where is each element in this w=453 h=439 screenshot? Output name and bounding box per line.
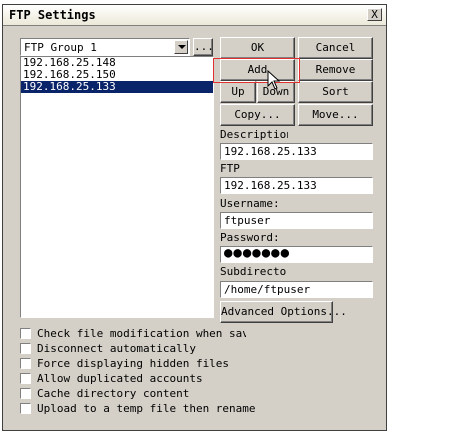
sort-button[interactable]: Sort <box>298 81 373 103</box>
move-button[interactable]: Move... <box>298 104 373 126</box>
ftp-group-value: FTP Group 1 <box>24 41 97 54</box>
title-bar: FTP Settings X <box>3 5 386 26</box>
password-field[interactable]: ●●●●●●● <box>220 246 373 263</box>
subdirectory-label: Subdirector <box>220 265 286 278</box>
ftp-group-select[interactable]: FTP Group 1 <box>20 38 190 56</box>
ok-button[interactable]: OK <box>220 37 295 59</box>
checkbox[interactable] <box>20 403 31 414</box>
option-label: Upload to a temp file then rename <box>37 402 256 415</box>
checkbox[interactable] <box>20 343 31 354</box>
description-label: Description <box>220 128 288 141</box>
close-button[interactable]: X <box>367 8 382 21</box>
subdirectory-field[interactable]: /home/ftpuser <box>220 281 373 298</box>
option-label: Check file modification when saving <box>37 327 246 340</box>
password-label: Password: <box>220 231 280 244</box>
list-item[interactable]: 192.168.25.133 <box>21 81 213 93</box>
checkbox[interactable] <box>20 328 31 339</box>
option-label: Disconnect automatically <box>37 342 196 355</box>
chevron-down-icon[interactable] <box>174 40 188 54</box>
username-field[interactable]: ftpuser <box>220 212 373 229</box>
checkbox[interactable] <box>20 373 31 384</box>
server-list[interactable]: 192.168.25.148 192.168.25.150 192.168.25… <box>20 56 214 318</box>
option-check-modification[interactable]: Check file modification when saving <box>20 327 246 341</box>
copy-button[interactable]: Copy... <box>220 104 295 126</box>
up-button[interactable]: Up <box>220 81 256 103</box>
checkbox[interactable] <box>20 358 31 369</box>
mouse-pointer-icon <box>267 70 281 90</box>
add-button-highlight <box>213 58 300 83</box>
remove-button[interactable]: Remove <box>298 59 373 81</box>
ftp-label: FTP <box>220 162 240 175</box>
ftp-host-field[interactable]: 192.168.25.133 <box>220 177 373 194</box>
username-label: Username: <box>220 197 280 210</box>
option-label: Allow duplicated accounts <box>37 372 203 385</box>
option-label: Force displaying hidden files <box>37 357 230 370</box>
browse-group-button[interactable]: ... <box>193 38 214 56</box>
advanced-options-button[interactable]: Advanced Options... <box>220 301 347 323</box>
checkbox[interactable] <box>20 388 31 399</box>
window-title: FTP Settings <box>9 8 96 22</box>
description-field[interactable]: 192.168.25.133 <box>220 143 373 160</box>
option-label: Cache directory content <box>37 387 190 400</box>
cancel-button[interactable]: Cancel <box>298 37 373 59</box>
